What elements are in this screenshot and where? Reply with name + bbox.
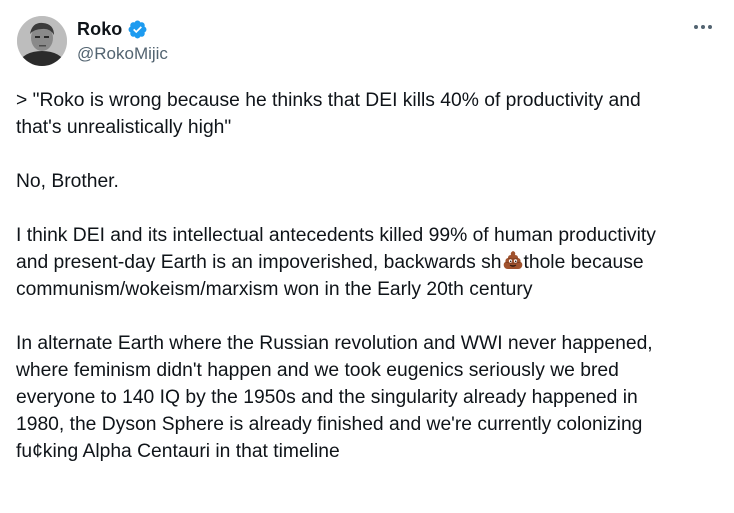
paragraph-3-line-2-before: and present-day Earth is an impoverished… <box>16 252 502 273</box>
more-dots-icon <box>694 25 698 29</box>
paragraph-3-line-3: communism/wokeism/marxism won in the Ear… <box>16 279 533 300</box>
paragraph-4-line-2: where feminism didn't happen and we took… <box>16 360 619 381</box>
more-dot <box>708 25 712 29</box>
author-handle[interactable]: @RokoMijic <box>77 44 168 64</box>
more-options-button[interactable] <box>686 12 720 42</box>
author-name-row[interactable]: Roko <box>77 18 148 40</box>
verified-badge-icon <box>127 19 148 40</box>
paragraph-4-line-4: 1980, the Dyson Sphere is already finish… <box>16 414 643 435</box>
quote-line-2: that's unrealistically high" <box>16 117 232 138</box>
tweet-text: > "Roko is wrong because he thinks that … <box>16 87 721 465</box>
paragraph-3-line-2-after: thole because <box>523 252 644 273</box>
paragraph-4-line-3: everyone to 140 IQ by the 1950s and the … <box>16 387 638 408</box>
avatar[interactable] <box>17 16 67 66</box>
author-display-name[interactable]: Roko <box>77 19 122 40</box>
paragraph-4-line-5: fu¢king Alpha Centauri in that timeline <box>16 441 340 462</box>
tweet-card: Roko @RokoMijic > "Roko is wrong because… <box>0 0 734 513</box>
pile-of-poo-icon <box>502 249 524 271</box>
reply-line: No, Brother. <box>16 171 119 192</box>
more-dot <box>701 25 705 29</box>
paragraph-3-line-1: I think DEI and its intellectual anteced… <box>16 225 656 246</box>
quote-line-1: > "Roko is wrong because he thinks that … <box>16 90 641 111</box>
avatar-image <box>17 16 67 66</box>
paragraph-4-line-1: In alternate Earth where the Russian rev… <box>16 333 653 354</box>
paragraph-3-line-2: and present-day Earth is an impoverished… <box>16 249 721 276</box>
